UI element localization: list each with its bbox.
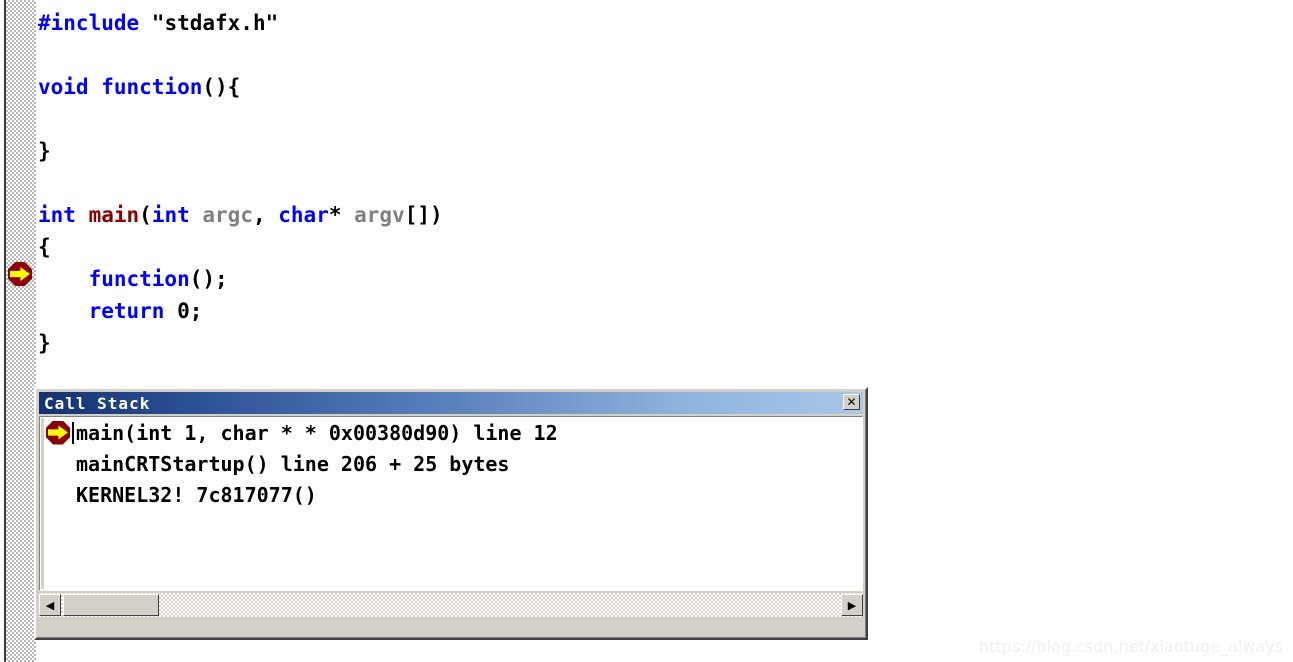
call-stack-frame-label: mainCRTStartup() line 206 + 25 bytes <box>76 451 510 476</box>
code-line: } <box>38 135 1278 167</box>
code-token: []) <box>404 203 443 227</box>
editor-breakpoint-gutter[interactable] <box>6 0 36 662</box>
call-stack-list[interactable]: main(int 1, char * * 0x00380d90) line 12… <box>39 416 863 591</box>
call-stack-frame-label: main(int 1, char * * 0x00380d90) line 12 <box>76 420 558 445</box>
call-stack-titlebar[interactable]: Call Stack ✕ <box>39 392 863 414</box>
watermark-text: https://blog.csdn.net/xiaotuge_always <box>978 637 1283 656</box>
code-line: } <box>38 327 1278 359</box>
code-line: function(); <box>38 263 1278 295</box>
scroll-right-arrow-icon[interactable]: ▶ <box>841 594 863 616</box>
code-token: int <box>38 203 89 227</box>
code-token: argv <box>354 203 405 227</box>
execution-point-marker-gutter <box>8 262 32 290</box>
code-line: { <box>38 231 1278 263</box>
call-stack-row[interactable]: mainCRTStartup() line 206 + 25 bytes <box>40 448 862 479</box>
horizontal-scroll-thumb[interactable] <box>63 594 159 616</box>
code-line: int main(int argc, char* argv[]) <box>38 199 1278 231</box>
code-token: (); <box>189 267 228 291</box>
code-token: char <box>278 203 329 227</box>
code-token: void <box>38 75 102 99</box>
call-stack-frame-label: KERNEL32! 7c817077() <box>76 482 317 507</box>
code-token: } <box>38 139 51 163</box>
yellow-arrow-marker-icon <box>46 420 70 445</box>
call-stack-window[interactable]: Call Stack ✕ main(int 1, char * * 0x0038… <box>34 387 868 640</box>
yellow-arrow-marker-icon <box>8 262 32 286</box>
code-token: #include <box>38 11 152 35</box>
horizontal-scrollbar[interactable]: ◀ ▶ <box>39 593 863 617</box>
call-stack-row[interactable]: main(int 1, char * * 0x00380d90) line 12 <box>40 417 862 448</box>
call-stack-window-inner-frame: Call Stack ✕ main(int 1, char * * 0x0038… <box>36 389 866 638</box>
code-line: return 0; <box>38 295 1278 327</box>
code-token: main <box>88 203 140 227</box>
row-marker-cell <box>40 420 70 445</box>
code-token: function <box>101 75 203 99</box>
code-token: } <box>38 331 51 355</box>
call-stack-row[interactable]: KERNEL32! 7c817077() <box>40 479 862 510</box>
code-token: argc <box>202 203 253 227</box>
code-token: ; <box>189 299 203 323</box>
code-token: int <box>151 203 203 227</box>
code-line: void function(){ <box>38 71 1278 103</box>
code-token: , <box>252 203 279 227</box>
scroll-left-arrow-icon[interactable]: ◀ <box>39 594 61 616</box>
close-icon[interactable]: ✕ <box>843 394 860 410</box>
code-token: return <box>88 299 178 323</box>
code-token: 0 <box>177 299 190 323</box>
code-token: * <box>328 203 355 227</box>
code-token: function <box>88 267 190 291</box>
code-token: ( <box>139 203 152 227</box>
code-text-area[interactable]: #include "stdafx.h" void function(){ } i… <box>38 0 1278 359</box>
call-stack-title: Call Stack <box>44 393 151 413</box>
code-token: (){ <box>202 75 241 99</box>
code-line: #include "stdafx.h" <box>38 7 1278 39</box>
code-token: { <box>38 235 51 259</box>
code-token: "stdafx.h" <box>151 11 279 35</box>
